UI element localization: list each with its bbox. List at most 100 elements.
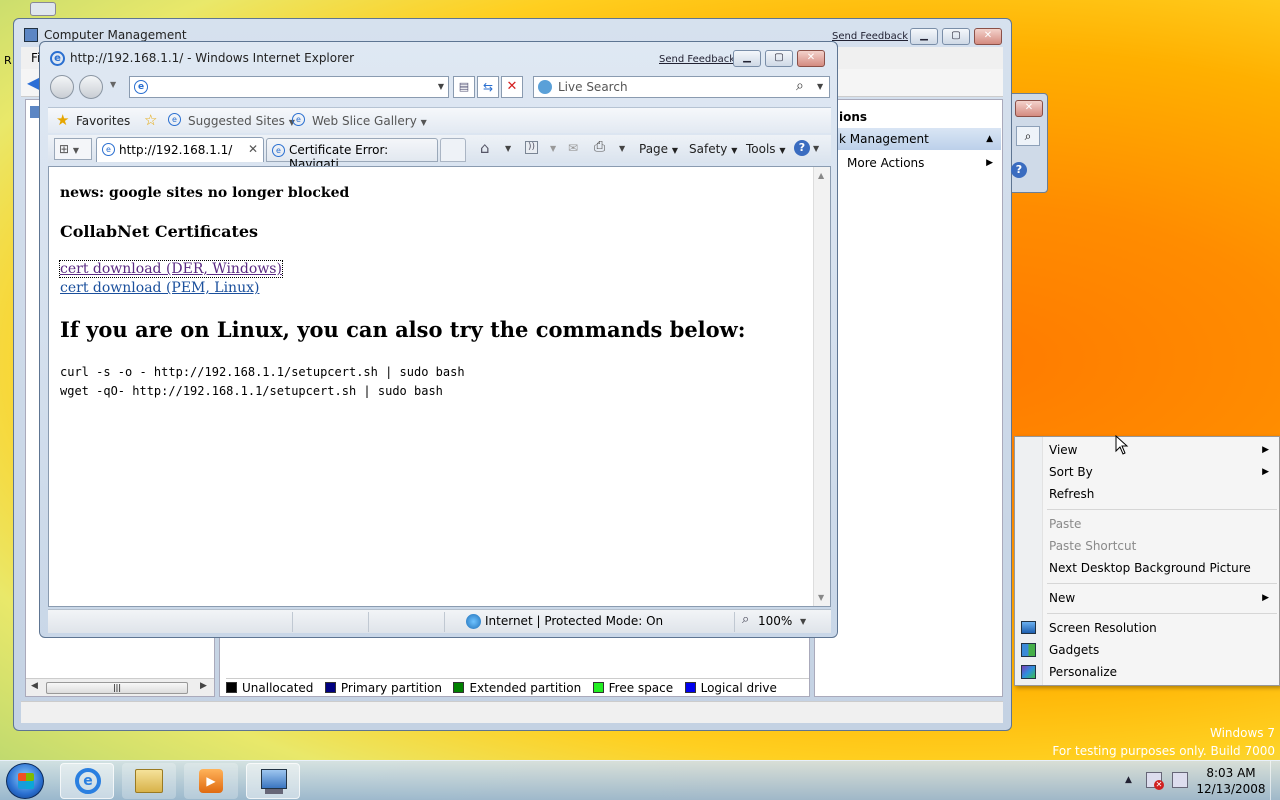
cert-pem-link[interactable]: cert download (PEM, Linux)	[60, 280, 259, 296]
computer-stand-icon	[265, 789, 283, 794]
address-bar[interactable]: e ▼	[129, 76, 449, 98]
mail-icon[interactable]: ✉	[568, 141, 578, 155]
add-favorite-icon[interactable]: ☆	[144, 111, 157, 129]
page-menu[interactable]: Page ▼	[639, 137, 678, 161]
live-search-icon	[538, 80, 552, 94]
desktop-icon-recycle-bin[interactable]	[30, 2, 56, 16]
search-icon[interactable]: ⌕	[1016, 126, 1040, 146]
cm-title: Computer Management	[44, 28, 187, 42]
scroll-thumb[interactable]: |||	[46, 682, 188, 694]
menu-gadgets[interactable]: Gadgets	[1015, 639, 1279, 661]
ie-icon: e	[75, 768, 101, 794]
new-tab-button[interactable]	[440, 138, 466, 162]
menu-separator	[1047, 613, 1277, 614]
ie-forward-button[interactable]	[79, 75, 103, 99]
personalize-icon	[1021, 665, 1036, 679]
collapse-icon[interactable]: ▲	[986, 128, 993, 150]
tools-menu[interactable]: Tools ▼	[746, 137, 786, 161]
refresh-icon[interactable]: ⇆	[477, 76, 499, 98]
home-icon[interactable]: ⌂	[480, 139, 490, 157]
cm-minimize-button[interactable]: ▁	[910, 28, 938, 45]
menu-screen-resolution[interactable]: Screen Resolution	[1015, 617, 1279, 639]
ie-minimize-button[interactable]: ▁	[733, 50, 761, 67]
show-hidden-icons[interactable]: ▲	[1125, 775, 1132, 785]
home-dropdown-icon[interactable]: ▼	[505, 144, 511, 153]
favorites-button[interactable]: Favorites	[76, 109, 130, 133]
menu-paste-shortcut[interactable]: Paste Shortcut	[1015, 535, 1279, 557]
address-dropdown-icon[interactable]: ▼	[438, 82, 444, 91]
help-dropdown-icon[interactable]: ▼	[813, 144, 819, 153]
scroll-up-icon[interactable]: ▲	[818, 171, 824, 180]
menu-new[interactable]: New ▶	[1015, 587, 1279, 609]
zone-status[interactable]: Internet | Protected Mode: On	[485, 614, 663, 628]
menu-refresh[interactable]: Refresh	[1015, 483, 1279, 505]
address-page-icon: e	[134, 80, 148, 94]
menu-personalize-label: Personalize	[1049, 665, 1118, 679]
start-button[interactable]	[6, 763, 44, 799]
suggested-sites-icon: e	[168, 113, 181, 126]
ie-help-icon[interactable]: ?	[794, 140, 810, 156]
action-center-icon[interactable]	[1172, 772, 1188, 788]
quick-tabs-button[interactable]: ⊞ ▼	[54, 138, 92, 160]
web-slice-gallery-button[interactable]: Web Slice Gallery ▼	[312, 109, 427, 133]
scroll-right-icon[interactable]: ▶	[200, 681, 207, 691]
cm-send-feedback[interactable]: Send Feedback	[832, 31, 908, 42]
legend-logical: Logical drive	[684, 681, 777, 695]
show-desktop-button[interactable]	[1270, 761, 1280, 800]
search-dropdown-icon[interactable]: ▼	[817, 82, 823, 91]
taskbar-explorer-button[interactable]	[122, 763, 176, 799]
ie-window[interactable]: e http://192.168.1.1/ - Windows Internet…	[39, 41, 838, 638]
submenu-arrow-icon: ▶	[1262, 467, 1269, 477]
feeds-dropdown-icon[interactable]: ▼	[550, 144, 556, 153]
print-icon[interactable]: ⎙	[594, 139, 605, 155]
background-window-close-button[interactable]: ✕	[1015, 100, 1043, 117]
ie-send-feedback[interactable]: Send Feedback	[659, 54, 735, 65]
print-dropdown-icon[interactable]: ▼	[619, 144, 625, 153]
content-vscrollbar[interactable]: ▲ ▼	[813, 167, 830, 606]
cm-tree-hscrollbar[interactable]: ◀ ||| ▶	[26, 678, 214, 696]
taskbar-computer-management-button[interactable]	[246, 763, 300, 799]
tab-close-icon[interactable]: ✕	[248, 142, 258, 156]
safety-menu[interactable]: Safety ▼	[689, 137, 737, 161]
command-line-2: wget -qO- http://192.168.1.1/setupcert.s…	[60, 384, 443, 398]
search-box[interactable]: Live Search ⌕ ▼	[533, 76, 830, 98]
scroll-down-icon[interactable]: ▼	[818, 593, 824, 602]
cm-maximize-button[interactable]: ▢	[942, 28, 970, 45]
actions-section-header[interactable]: k Management ▲	[817, 128, 1001, 150]
menu-view[interactable]: View ▶	[1015, 439, 1279, 461]
menu-personalize[interactable]: Personalize	[1015, 661, 1279, 683]
zoom-dropdown-icon[interactable]: ▼	[800, 617, 806, 626]
legend-extended: Extended partition	[453, 681, 581, 695]
ie-close-button[interactable]: ✕	[797, 50, 825, 67]
taskbar-media-player-button[interactable]: ▶	[184, 763, 238, 799]
ie-back-button[interactable]	[50, 75, 74, 99]
desktop-context-menu: View ▶ Sort By ▶ Refresh Paste Paste Short…	[1014, 436, 1280, 686]
more-actions-item[interactable]: More Actions ▶	[817, 152, 1001, 174]
tools-menu-label: Tools	[746, 142, 776, 156]
scroll-left-icon[interactable]: ◀	[31, 681, 38, 691]
tab-inactive[interactable]: e Certificate Error: Navigati...	[266, 138, 438, 171]
zoom-level[interactable]: 100%	[758, 614, 792, 628]
stop-icon[interactable]: ✕	[501, 76, 523, 98]
feeds-icon[interactable]: ))	[525, 141, 538, 154]
cert-der-link[interactable]: cert download (DER, Windows)	[59, 260, 283, 278]
cm-close-button[interactable]: ✕	[974, 28, 1002, 45]
help-icon[interactable]: ?	[1011, 162, 1027, 178]
menu-sort-by[interactable]: Sort By ▶	[1015, 461, 1279, 483]
network-status-icon[interactable]: ✕	[1146, 772, 1164, 790]
clock-time[interactable]: 8:03 AM	[1196, 766, 1266, 780]
suggested-sites-button[interactable]: Suggested Sites ▼	[188, 109, 295, 133]
search-go-icon[interactable]: ⌕	[796, 78, 804, 94]
clock-date[interactable]: 12/13/2008	[1196, 782, 1266, 796]
menu-paste[interactable]: Paste	[1015, 513, 1279, 535]
compat-view-icon[interactable]: ▤	[453, 76, 475, 98]
tab-active[interactable]: e http://192.168.1.1/ ✕	[96, 137, 264, 162]
submenu-arrow-icon: ▶	[1262, 445, 1269, 455]
ie-maximize-button[interactable]: ▢	[765, 50, 793, 67]
menu-next-background[interactable]: Next Desktop Background Picture	[1015, 557, 1279, 579]
nav-dropdown-icon[interactable]: ▼	[110, 80, 116, 89]
taskbar-ie-button[interactable]: e	[60, 763, 114, 799]
cm-back-icon[interactable]: ◀	[27, 73, 39, 92]
news-line: news: google sites no longer blocked	[60, 185, 350, 201]
screen-resolution-icon	[1021, 621, 1036, 634]
